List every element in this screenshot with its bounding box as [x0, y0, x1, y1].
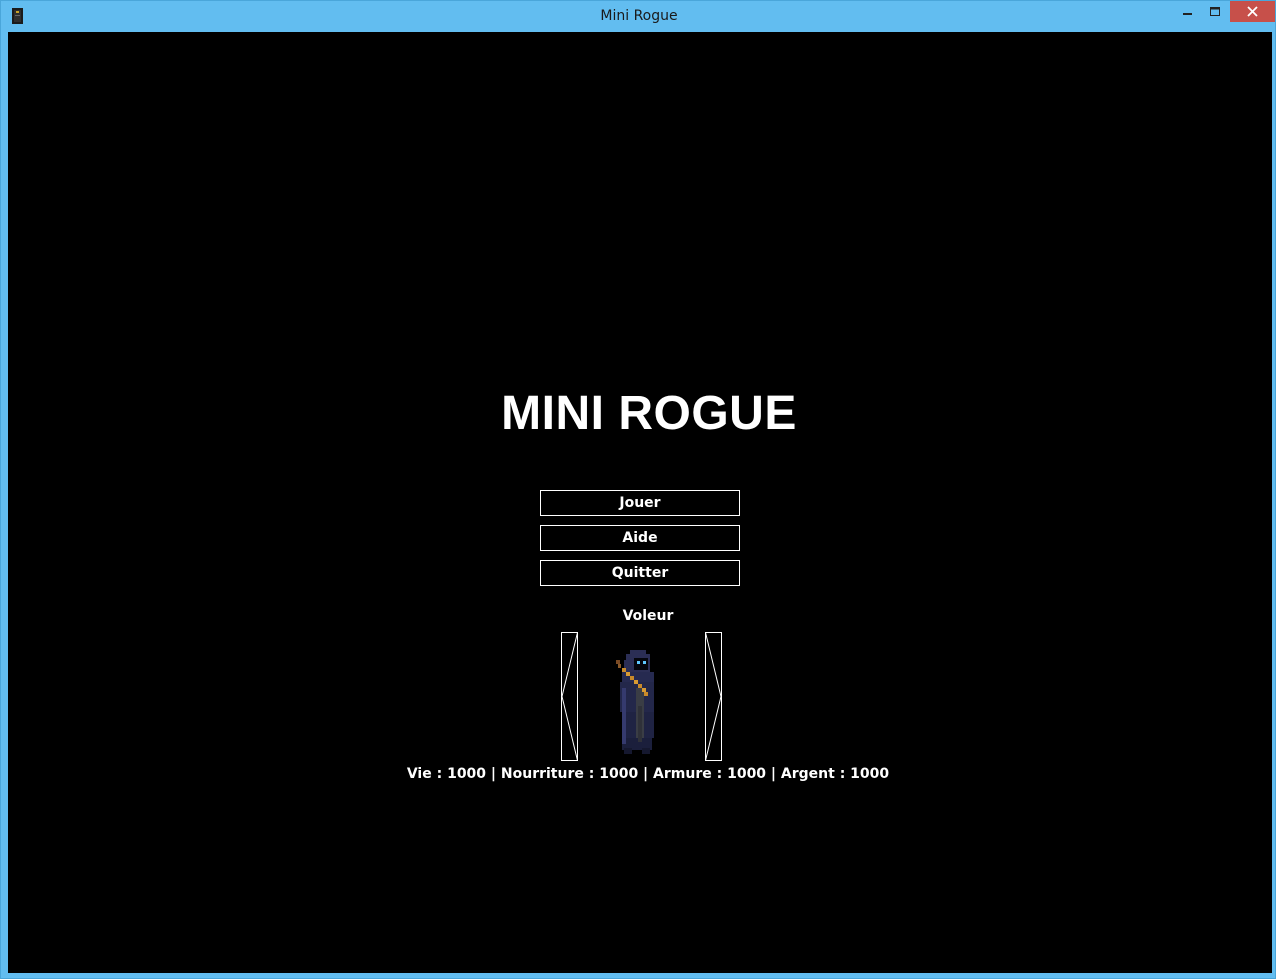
play-button[interactable]: Jouer [540, 490, 740, 516]
game-canvas: MINI ROGUE Jouer Aide Quitter Voleur Vie… [8, 32, 1272, 973]
close-icon [1247, 6, 1258, 17]
help-button[interactable]: Aide [540, 525, 740, 551]
quit-button[interactable]: Quitter [540, 560, 740, 586]
close-button[interactable] [1230, 1, 1275, 22]
character-sprite [614, 648, 658, 756]
previous-class-button[interactable] [561, 632, 578, 761]
app-window: Mini Rogue MINI ROGUE Jouer Aide Quitter… [0, 0, 1276, 979]
title-bar[interactable]: Mini Rogue [1, 1, 1276, 32]
right-arrow-icon [705, 632, 722, 761]
minimize-icon [1183, 12, 1192, 15]
character-class-label: Voleur [622, 608, 674, 624]
maximize-icon [1209, 6, 1220, 16]
maximize-button[interactable] [1201, 1, 1228, 22]
window-title: Mini Rogue [600, 8, 678, 24]
left-arrow-icon [561, 632, 578, 761]
next-class-button[interactable] [705, 632, 722, 761]
character-stats: Vie : 1000 | Nourriture : 1000 | Armure … [406, 766, 890, 782]
game-title: MINI ROGUE [501, 387, 797, 440]
minimize-button[interactable] [1175, 1, 1201, 22]
